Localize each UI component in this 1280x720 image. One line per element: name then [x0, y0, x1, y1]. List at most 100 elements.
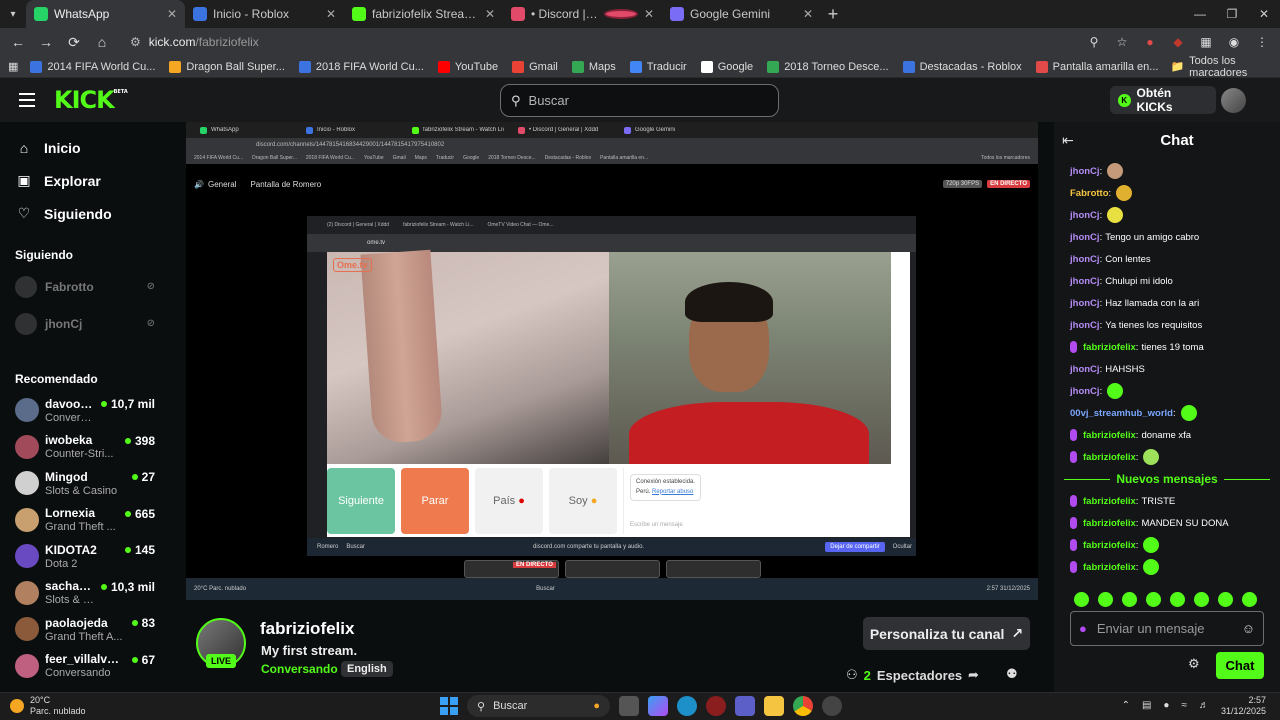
chrome-icon[interactable]: [793, 696, 813, 716]
quick-emote-icon[interactable]: [1242, 592, 1257, 607]
bookmark-item[interactable]: Google: [700, 60, 753, 73]
collapse-chat-icon[interactable]: ⇤: [1062, 132, 1074, 149]
country-button[interactable]: País ●: [475, 468, 543, 534]
url-bar[interactable]: ⚙ kick.com/fabriziofelix: [124, 31, 1072, 53]
recommended-item[interactable]: sachau... Slots & C... 10,3 mil: [0, 575, 170, 612]
app-icon[interactable]: [706, 696, 726, 716]
site-info-icon[interactable]: ⚙: [130, 35, 141, 49]
user-avatar[interactable]: [1221, 88, 1246, 113]
nav-item-explorar[interactable]: ▣ Explorar: [0, 164, 170, 197]
app-icon[interactable]: [822, 696, 842, 716]
recommended-item[interactable]: Lornexia Grand Theft ... 665: [0, 502, 170, 539]
language-tag[interactable]: English: [341, 661, 393, 677]
bookmark-item[interactable]: 2014 FIFA World Cu...: [30, 60, 155, 73]
ome-message-input[interactable]: Escribe un mensaje: [630, 522, 683, 528]
share-icon[interactable]: ➦: [968, 667, 979, 683]
apps-grid-icon[interactable]: ▦: [8, 60, 18, 73]
quick-emote-icon[interactable]: [1170, 592, 1185, 607]
close-tab-icon[interactable]: ✕: [485, 7, 495, 21]
recommended-item[interactable]: paolaojeda Grand Theft A... 83: [0, 611, 170, 648]
chat-username[interactable]: fabriziofelix: [1083, 430, 1136, 441]
reload-button[interactable]: ⟳: [62, 30, 86, 54]
volume-icon[interactable]: ♬: [1199, 700, 1209, 711]
chat-username[interactable]: jhonCj: [1070, 166, 1100, 177]
customize-channel-button[interactable]: Personaliza tu canal ↗: [863, 617, 1030, 650]
maximize-button[interactable]: ❐: [1216, 7, 1248, 21]
bookmark-item[interactable]: Destacadas - Roblox: [902, 60, 1022, 73]
new-messages-divider[interactable]: Nuevos mensajes: [1054, 468, 1280, 490]
chat-username[interactable]: jhonCj: [1070, 364, 1100, 375]
quick-emote-icon[interactable]: [1146, 592, 1161, 607]
chat-username[interactable]: fabriziofelix: [1083, 518, 1136, 529]
browser-tab[interactable]: • Discord | General | Xddd ✕: [503, 0, 662, 28]
kick-logo[interactable]: KICK BETA: [54, 86, 128, 114]
task-view-icon[interactable]: [619, 696, 639, 716]
close-tab-icon[interactable]: ✕: [167, 7, 177, 21]
taskbar-search[interactable]: ⚲ Buscar ●: [467, 695, 610, 717]
bookmark-star-icon[interactable]: ☆: [1110, 30, 1134, 54]
get-kicks-button[interactable]: K Obtén KICKs: [1110, 86, 1216, 114]
browser-menu-icon[interactable]: ⋮: [1250, 30, 1274, 54]
chat-username[interactable]: fabriziofelix: [1083, 496, 1136, 507]
following-item[interactable]: jhonCj ⊘: [0, 305, 170, 342]
extensions-puzzle-icon[interactable]: ▦: [1194, 30, 1218, 54]
quick-emote-icon[interactable]: [1122, 592, 1137, 607]
following-item[interactable]: Fabrotto ⊘: [0, 268, 170, 305]
chat-username[interactable]: jhonCj: [1070, 254, 1100, 265]
add-user-icon[interactable]: ⚉: [1006, 666, 1018, 682]
close-window-button[interactable]: ✕: [1248, 7, 1280, 21]
bookmark-item[interactable]: YouTube: [437, 60, 498, 73]
recommended-item[interactable]: Mingod Slots & Casino 27: [0, 465, 170, 502]
chat-username[interactable]: jhonCj: [1070, 320, 1100, 331]
chat-username[interactable]: 00vj_streamhub_world: [1070, 408, 1173, 419]
wifi-icon[interactable]: ≈: [1181, 700, 1187, 711]
extension-icon[interactable]: ●: [1138, 30, 1162, 54]
zoom-icon[interactable]: ⚲: [1082, 30, 1106, 54]
home-button[interactable]: ⌂: [90, 30, 114, 54]
microphone-icon[interactable]: ●: [1163, 700, 1169, 711]
network-icon[interactable]: ▤: [1142, 700, 1151, 711]
close-tab-icon[interactable]: ✕: [326, 7, 336, 21]
browser-tab[interactable]: Inicio - Roblox ✕: [185, 0, 344, 28]
chat-message-input[interactable]: ● Enviar un mensaje ☺: [1070, 611, 1264, 646]
nav-item-siguiendo[interactable]: ♡ Siguiendo: [0, 197, 170, 230]
browser-tab[interactable]: Google Gemini ✕: [662, 0, 821, 28]
menu-hamburger-icon[interactable]: [0, 93, 54, 107]
recommended-item[interactable]: davoox... Convers... 10,7 mil: [0, 392, 170, 429]
chat-username[interactable]: jhonCj: [1070, 276, 1100, 287]
forward-button[interactable]: →: [34, 30, 58, 54]
chat-username[interactable]: jhonCj: [1070, 386, 1100, 397]
copilot-icon[interactable]: [648, 696, 668, 716]
next-button[interactable]: Siguiente: [327, 468, 395, 534]
chevron-up-icon[interactable]: ⌃: [1122, 700, 1130, 711]
quick-emote-icon[interactable]: [1098, 592, 1113, 607]
weather-widget[interactable]: 20°C Parc. nublado: [10, 695, 86, 717]
browser-tab[interactable]: fabriziofelix Stream - Watch Live ✕: [344, 0, 503, 28]
chat-username[interactable]: jhonCj: [1070, 298, 1100, 309]
new-tab-button[interactable]: +: [821, 4, 845, 25]
extension-icon[interactable]: ◆: [1166, 30, 1190, 54]
quick-emote-icon[interactable]: [1074, 592, 1089, 607]
file-explorer-icon[interactable]: [764, 696, 784, 716]
video-player[interactable]: WhatsApp Inicio - Roblox fabriziofelix Str…: [186, 122, 1038, 600]
quick-emote-icon[interactable]: [1218, 592, 1233, 607]
teams-icon[interactable]: [735, 696, 755, 716]
windows-start-icon[interactable]: [440, 697, 458, 715]
chat-username[interactable]: jhonCj: [1070, 210, 1100, 221]
stop-button[interactable]: Parar: [401, 468, 469, 534]
emoji-icon[interactable]: ☺: [1242, 621, 1255, 636]
chat-username[interactable]: fabriziofelix: [1083, 342, 1136, 353]
nav-item-inicio[interactable]: ⌂ Inicio: [0, 131, 170, 164]
chat-username[interactable]: fabriziofelix: [1083, 540, 1136, 551]
all-bookmarks-folder[interactable]: 📁 Todos los marcadores: [1170, 55, 1272, 79]
chat-username[interactable]: fabriziofelix: [1083, 452, 1136, 463]
report-link[interactable]: Reportar abuso: [652, 489, 693, 495]
close-tab-icon[interactable]: ✕: [803, 7, 813, 21]
bookmark-item[interactable]: Dragon Ball Super...: [169, 60, 285, 73]
browser-tab[interactable]: WhatsApp ✕: [26, 0, 185, 28]
bookmark-item[interactable]: 2018 FIFA World Cu...: [298, 60, 424, 73]
tab-search-button[interactable]: ▾: [0, 0, 26, 28]
clock[interactable]: 2:57 31/12/2025: [1221, 695, 1266, 717]
bookmark-item[interactable]: 2018 Torneo Desce...: [767, 60, 889, 73]
stream-category[interactable]: Conversando: [261, 662, 338, 676]
